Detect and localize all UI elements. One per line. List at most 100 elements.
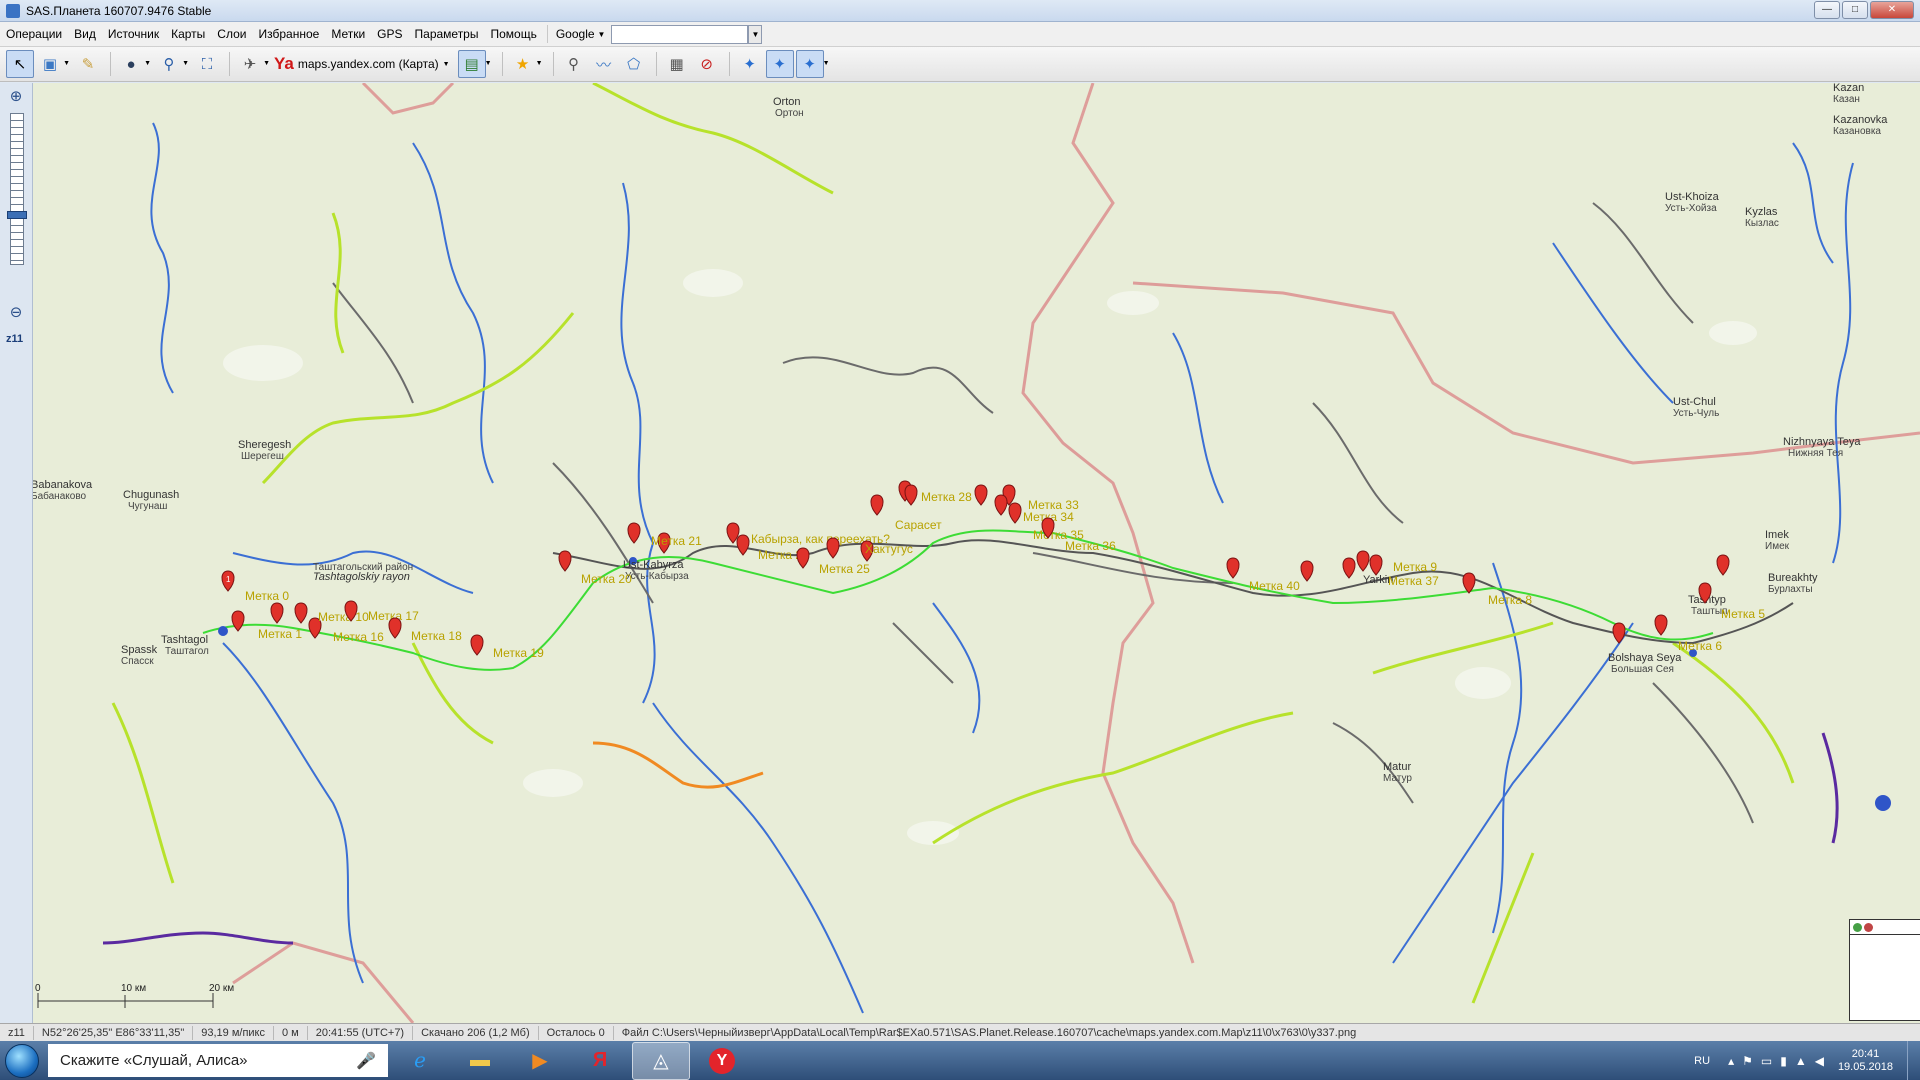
globe-icon: ● (126, 55, 136, 73)
clock[interactable]: 20:41 19.05.2018 (1838, 1048, 1893, 1074)
placemarks: 1 Метка 0 Метка 1 Метка 10 Метка 17 Метк… (221, 480, 1765, 660)
start-button[interactable] (0, 1042, 44, 1079)
zoom-slider-thumb[interactable] (7, 211, 27, 219)
network-icon[interactable]: ▮ (1780, 1054, 1787, 1068)
menu-view[interactable]: Вид (68, 27, 102, 41)
menu-marks[interactable]: Метки (325, 27, 371, 41)
globe-button[interactable]: ● ▼ (117, 50, 151, 78)
maximize-button[interactable]: □ (1842, 1, 1868, 19)
placemark[interactable] (796, 547, 810, 569)
menu-gps[interactable]: GPS (371, 27, 408, 41)
menu-favorites[interactable]: Избранное (252, 27, 325, 41)
placemark[interactable] (826, 537, 840, 559)
chevron-up-icon[interactable]: ▴ (1728, 1054, 1734, 1068)
status-coordinates: N52°26'25,35" E86°33'11,35" (34, 1026, 194, 1040)
map-canvas[interactable]: Orton Ортон Sheregesh Шерегеш Chugunash … (33, 83, 1920, 1023)
placemark[interactable]: 1 (221, 570, 235, 592)
minimap-minus-icon[interactable] (1864, 922, 1873, 932)
microphone-icon[interactable]: 🎤 (356, 1051, 376, 1071)
show-desktop-button[interactable] (1907, 1041, 1920, 1080)
place-label: Orton (773, 96, 801, 108)
language-indicator[interactable]: RU (1694, 1055, 1710, 1067)
placemark[interactable] (294, 602, 308, 624)
taskbar-ie[interactable]: ℯ (392, 1043, 448, 1079)
assistant-search-box[interactable]: Скажите «Слушай, Алиса» 🎤 (48, 1044, 388, 1077)
hide-marks-button[interactable]: ⊘ (693, 50, 721, 78)
minimap-header (1850, 920, 1920, 935)
zoom-slider[interactable] (10, 113, 24, 265)
placemark[interactable] (1369, 554, 1383, 576)
placemark[interactable] (270, 602, 284, 624)
placemark[interactable] (470, 634, 484, 656)
toolbar-separator (655, 52, 657, 76)
placemark[interactable] (1612, 622, 1626, 644)
placemark[interactable] (974, 484, 988, 506)
zoom-in-icon[interactable]: ⊕ (6, 87, 26, 107)
menu-source[interactable]: Источник (102, 27, 165, 41)
status-zoom: z11 (0, 1026, 34, 1040)
federal-road (1821, 732, 1839, 844)
menu-parameters[interactable]: Параметры (409, 27, 485, 41)
map-source-dropdown[interactable]: maps.yandex.com (Карта) (298, 57, 439, 71)
minimize-button[interactable]: — (1814, 1, 1840, 19)
menu-help[interactable]: Помощь (484, 27, 542, 41)
gps-track-button[interactable]: ✦ (765, 50, 794, 78)
placemark[interactable] (1008, 502, 1022, 524)
placemark[interactable] (231, 610, 245, 632)
select-area-button[interactable]: ▣ ▼ (36, 50, 70, 78)
taskbar-explorer[interactable]: ▬ (452, 1043, 508, 1079)
yandex-icon: Ya (274, 54, 294, 73)
placemark[interactable] (1654, 614, 1668, 636)
pointer-tool-button[interactable]: ↖ (6, 50, 34, 78)
satellite-button[interactable]: ✈ ▼ (236, 50, 270, 78)
marks-settings-button[interactable]: ▦ (663, 50, 691, 78)
placemark[interactable] (904, 484, 918, 506)
placemark[interactable] (1226, 557, 1240, 579)
menu-operations[interactable]: Операции (0, 27, 68, 41)
toolbar-separator (552, 52, 554, 76)
search-tool-button[interactable]: ⚲ ▼ (155, 50, 190, 78)
fullscreen-button[interactable]: ⛶ (193, 50, 221, 78)
placemark[interactable] (1716, 554, 1730, 576)
ruler-button[interactable]: ✎ (74, 50, 102, 78)
layers-button[interactable]: ▤ ▼ (457, 50, 492, 78)
favorites-button[interactable]: ★ ▼ (509, 50, 543, 78)
search-history-button[interactable]: ▼ (748, 24, 763, 44)
windows-logo-icon (5, 1043, 39, 1078)
add-path-button[interactable]: 〰 (590, 50, 618, 78)
flag-icon[interactable]: ⚑ (1742, 1054, 1753, 1068)
placemark[interactable] (1300, 560, 1314, 582)
zoom-panel: ⊕ ⊖ z11 (0, 83, 33, 1023)
placemark[interactable] (870, 494, 884, 516)
placemark[interactable] (736, 534, 750, 556)
map-svg: Orton Ортон Sheregesh Шерегеш Chugunash … (33, 83, 1920, 1023)
add-polygon-button[interactable]: ⬠ (620, 50, 648, 78)
volume-icon[interactable]: ◀ (1815, 1054, 1824, 1068)
taskbar-sas-planet[interactable]: ◬ (632, 1041, 690, 1080)
zoom-out-icon[interactable]: ⊖ (6, 303, 26, 323)
place-label: Ортон (775, 108, 804, 119)
gps-center-button[interactable]: ✦ ▼ (795, 50, 830, 78)
place-label: Babanakova (33, 479, 93, 491)
placemark[interactable] (994, 494, 1008, 516)
placemark[interactable] (388, 617, 402, 639)
add-placemark-button[interactable]: ⚲ (560, 50, 588, 78)
taskbar-yandex[interactable]: Y (694, 1043, 750, 1079)
search-input[interactable] (611, 24, 749, 44)
taskbar-media-player[interactable]: ▶ (512, 1043, 568, 1079)
pin-icon: ⚲ (568, 56, 580, 73)
search-engine-dropdown[interactable]: Google ▼ (552, 27, 610, 41)
minimap[interactable] (1849, 919, 1920, 1021)
signal-icon[interactable]: ▲ (1795, 1054, 1807, 1068)
taskbar-yandex-browser[interactable]: Я (572, 1043, 628, 1079)
placemark[interactable] (627, 522, 641, 544)
placemark[interactable] (1342, 557, 1356, 579)
monitor-icon[interactable]: ▭ (1761, 1054, 1772, 1068)
placemark[interactable] (1356, 550, 1370, 572)
menu-maps[interactable]: Карты (165, 27, 211, 41)
placemark[interactable] (558, 550, 572, 572)
minimap-plus-icon[interactable] (1853, 922, 1862, 932)
gps-button[interactable]: ✦ (736, 50, 764, 78)
menu-layers[interactable]: Слои (211, 27, 252, 41)
close-button[interactable]: ✕ (1870, 1, 1914, 19)
